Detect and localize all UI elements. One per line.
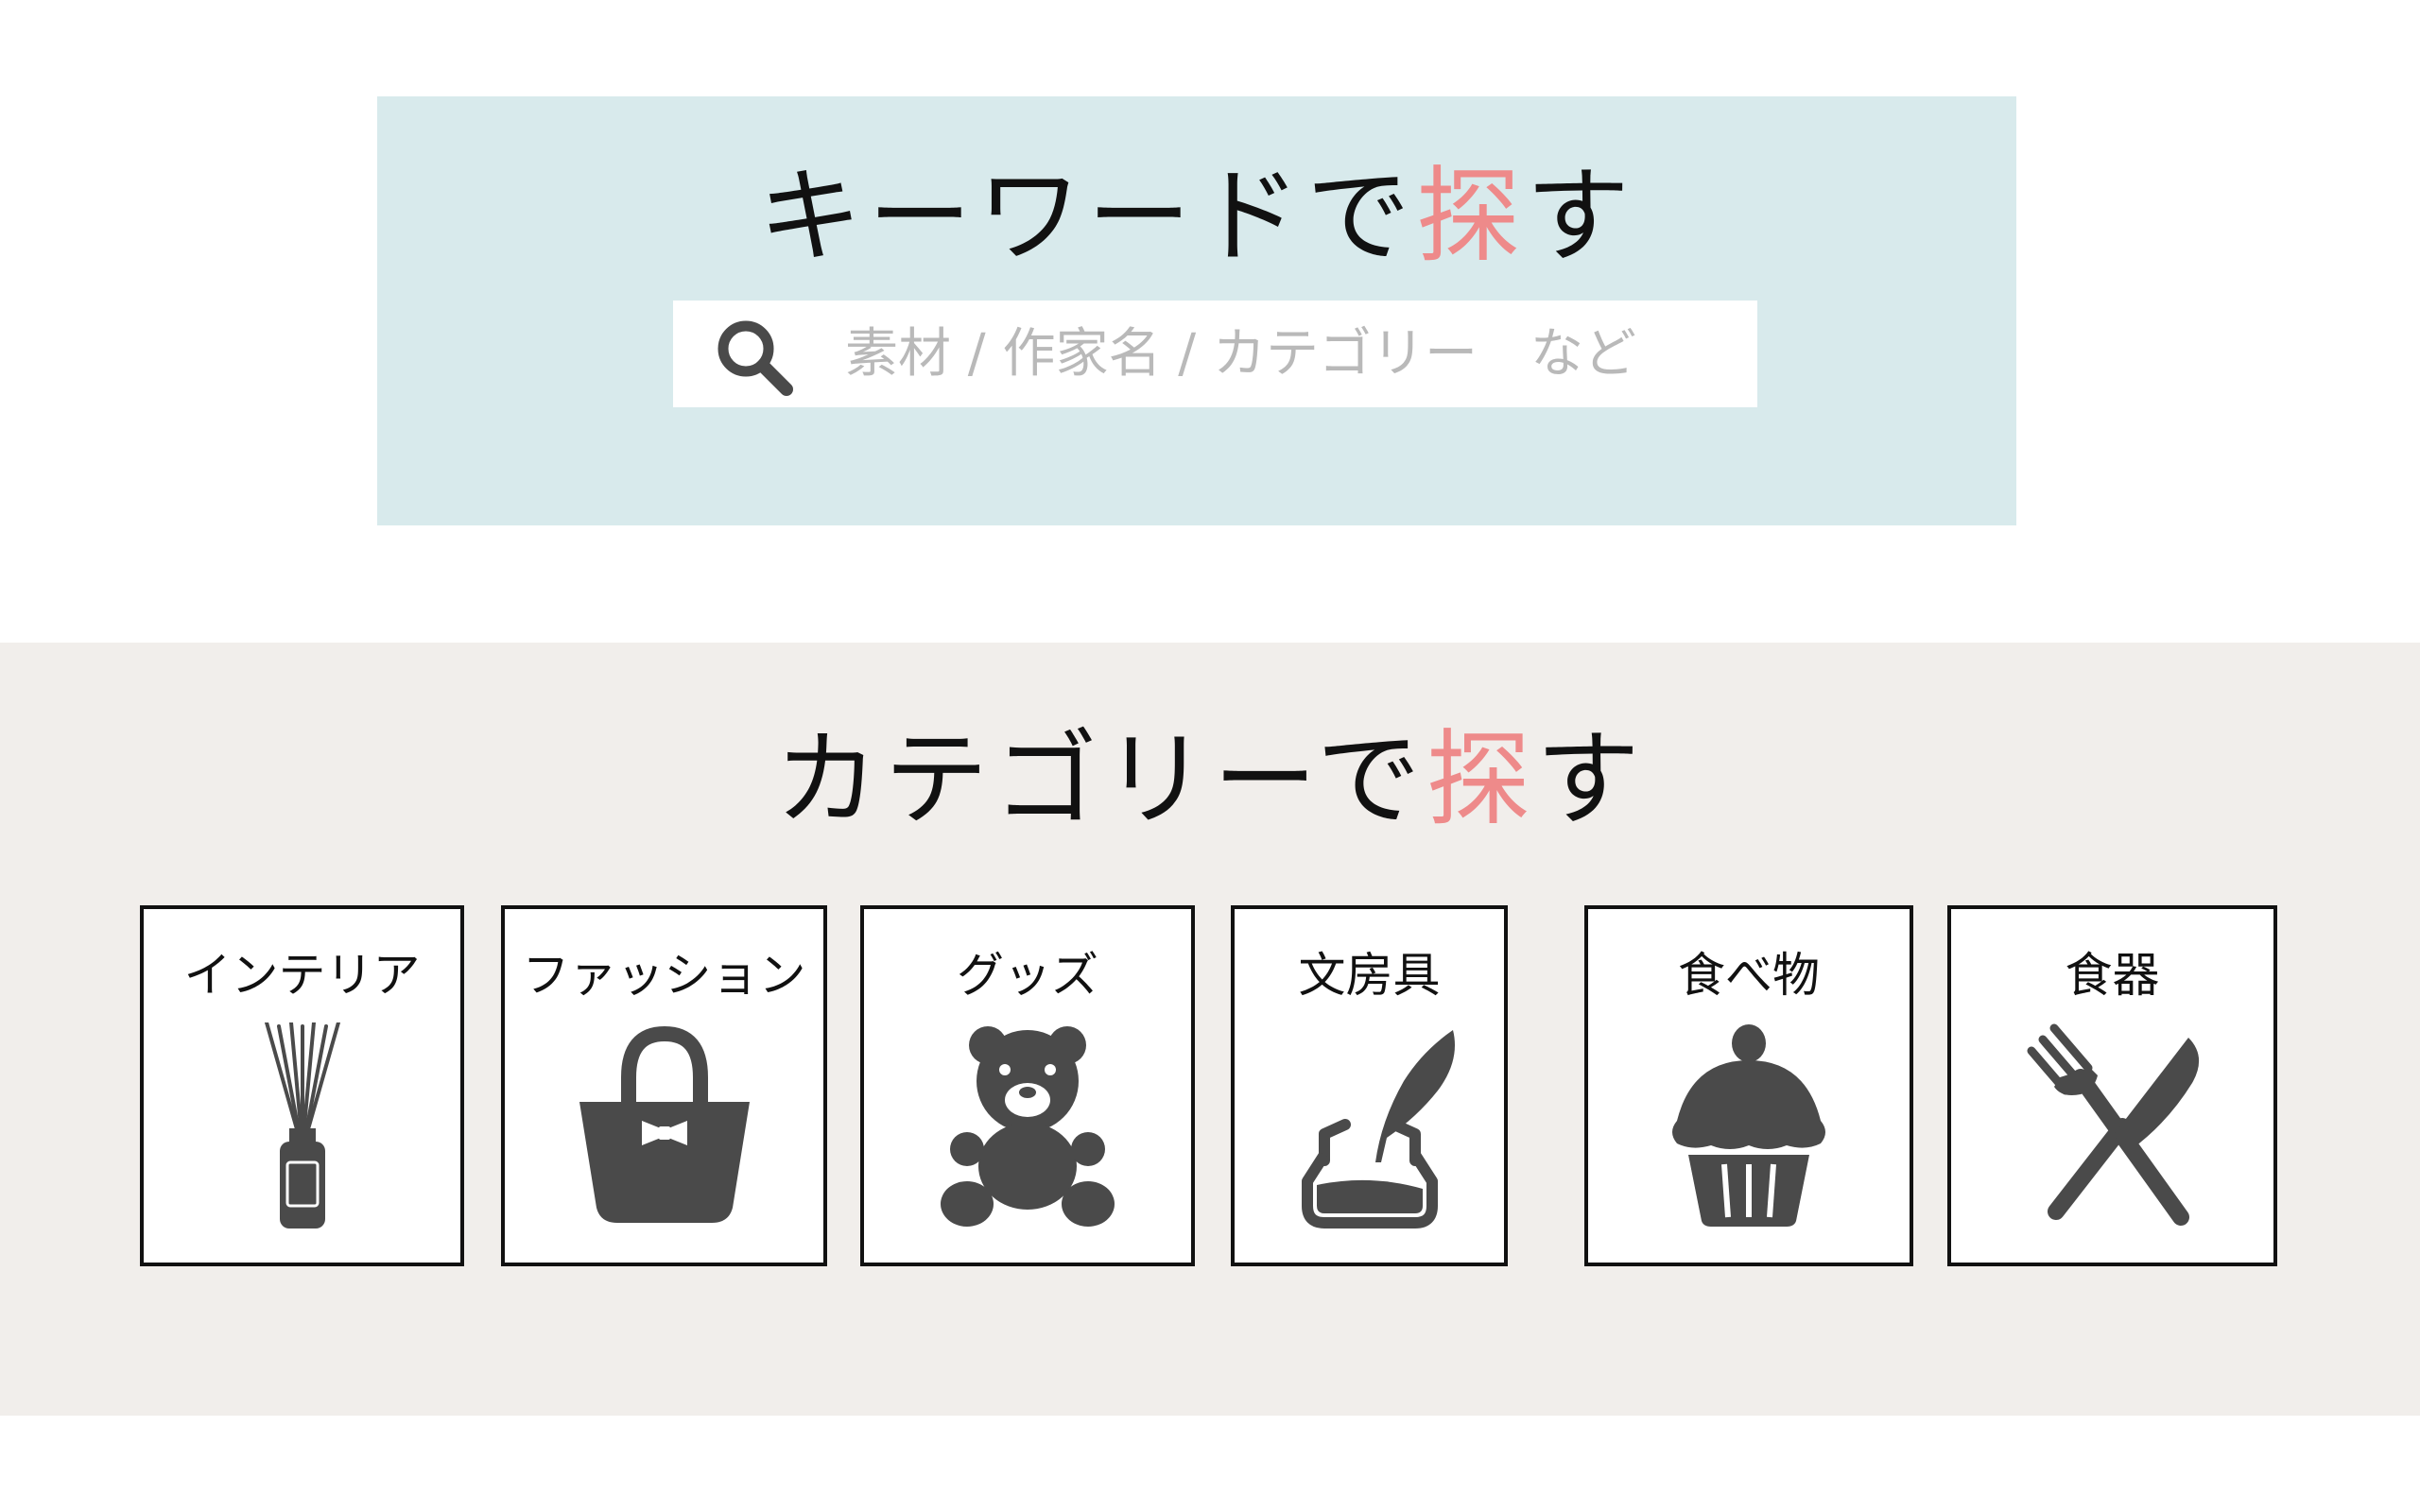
category-label: 文房具 [1298, 948, 1441, 1003]
category-label: 食べ物 [1678, 948, 1820, 1003]
category-search-section: カテゴリーで探す インテリア ファッション グッズ 文房具 食べ物 食器 [0, 643, 2420, 1416]
quill-ink-icon [1275, 1022, 1464, 1230]
category-tile-fashion[interactable]: ファッション [501, 905, 827, 1266]
keyword-search-title: キーワードで探す [377, 155, 2016, 278]
tote-bag-icon [570, 1022, 759, 1230]
category-title-suffix: す [1535, 719, 1646, 840]
cupcake-icon [1654, 1022, 1843, 1230]
fork-knife-icon [2018, 1022, 2207, 1230]
category-tile-food[interactable]: 食べ物 [1584, 905, 1913, 1266]
category-title-accent: 探 [1426, 719, 1536, 840]
keyword-title-accent: 探 [1416, 156, 1526, 277]
keyword-title-suffix: す [1526, 156, 1635, 277]
category-tile-tableware[interactable]: 食器 [1947, 905, 2277, 1266]
category-label: グッズ [957, 948, 1098, 1003]
category-tile-interior[interactable]: インテリア [140, 905, 464, 1266]
category-tile-goods[interactable]: グッズ [860, 905, 1195, 1266]
keyword-search-panel: キーワードで探す [377, 96, 2016, 525]
teddy-bear-icon [933, 1022, 1122, 1230]
diffuser-icon [208, 1022, 397, 1230]
category-label: 食器 [2065, 948, 2160, 1003]
category-search-title: カテゴリーで探す [0, 718, 2420, 841]
search-icon[interactable] [711, 314, 796, 399]
keyword-title-prefix: キーワードで [758, 156, 1416, 277]
category-label: ファッション [522, 948, 806, 1003]
category-title-prefix: カテゴリーで [774, 719, 1426, 840]
category-tile-stationery[interactable]: 文房具 [1231, 905, 1508, 1266]
category-label: インテリア [183, 948, 421, 1003]
search-input[interactable] [845, 301, 1724, 407]
search-box[interactable] [673, 301, 1757, 407]
